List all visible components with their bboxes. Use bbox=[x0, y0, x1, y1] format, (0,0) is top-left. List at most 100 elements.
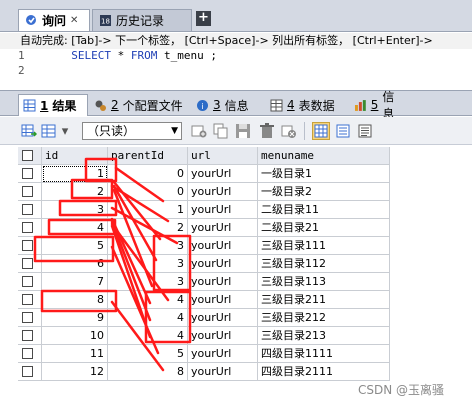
row-checkbox[interactable] bbox=[22, 330, 33, 341]
cell-menuname[interactable]: 四级目录2111 bbox=[258, 363, 390, 381]
row-select-cell[interactable] bbox=[18, 165, 42, 183]
row-checkbox[interactable] bbox=[22, 312, 33, 323]
row-select-cell[interactable] bbox=[18, 309, 42, 327]
row-select-cell[interactable] bbox=[18, 201, 42, 219]
column-header-menuname[interactable]: menuname bbox=[258, 147, 390, 165]
row-checkbox[interactable] bbox=[22, 240, 33, 251]
cell-parentid[interactable]: 1 bbox=[108, 201, 188, 219]
result-grid[interactable]: id parentId url menuname 1 0 yourUrl 一级目录1 2 0 you… bbox=[0, 147, 472, 383]
cell-menuname[interactable]: 三级目录211 bbox=[258, 291, 390, 309]
cell-parentid[interactable]: 8 bbox=[108, 363, 188, 381]
new-tab-button[interactable]: + bbox=[196, 11, 211, 26]
row-select-cell[interactable] bbox=[18, 183, 42, 201]
tab-result[interactable]: 1 结果 bbox=[18, 94, 88, 116]
cell-menuname[interactable]: 三级目录113 bbox=[258, 273, 390, 291]
column-header-url[interactable]: url bbox=[188, 147, 258, 165]
delete-icon[interactable] bbox=[258, 122, 276, 140]
cancel-icon[interactable] bbox=[280, 122, 298, 140]
row-checkbox[interactable] bbox=[22, 258, 33, 269]
cell-parentid[interactable]: 0 bbox=[108, 183, 188, 201]
form-view-icon[interactable] bbox=[334, 122, 352, 140]
cell-url[interactable]: yourUrl bbox=[188, 255, 258, 273]
cell-menuname[interactable]: 三级目录212 bbox=[258, 309, 390, 327]
add-row-icon[interactable] bbox=[190, 122, 208, 140]
duplicate-row-icon[interactable] bbox=[212, 122, 230, 140]
cell-menuname[interactable]: 一级目录2 bbox=[258, 183, 390, 201]
row-checkbox[interactable] bbox=[22, 348, 33, 359]
cell-url[interactable]: yourUrl bbox=[188, 165, 258, 183]
cell-url[interactable]: yourUrl bbox=[188, 291, 258, 309]
cell-id[interactable]: 3 bbox=[42, 201, 108, 219]
cell-url[interactable]: yourUrl bbox=[188, 345, 258, 363]
cell-parentid[interactable]: 0 bbox=[108, 165, 188, 183]
tab-profile[interactable]: 2 个配置文件 bbox=[90, 94, 190, 116]
cell-url[interactable]: yourUrl bbox=[188, 327, 258, 345]
cell-menuname[interactable]: 三级目录111 bbox=[258, 237, 390, 255]
cell-menuname[interactable]: 二级目录11 bbox=[258, 201, 390, 219]
save-icon[interactable] bbox=[234, 122, 252, 140]
cell-id[interactable]: 9 bbox=[42, 309, 108, 327]
cell-menuname[interactable]: 二级目录21 bbox=[258, 219, 390, 237]
cell-parentid[interactable]: 4 bbox=[108, 291, 188, 309]
grid-view-icon[interactable] bbox=[312, 122, 330, 140]
cell-id[interactable]: 5 bbox=[42, 237, 108, 255]
cell-id[interactable]: 10 bbox=[42, 327, 108, 345]
row-checkbox[interactable] bbox=[22, 294, 33, 305]
grid-mode-icon[interactable] bbox=[40, 122, 58, 140]
cell-url[interactable]: yourUrl bbox=[188, 237, 258, 255]
cell-url[interactable]: yourUrl bbox=[188, 309, 258, 327]
column-header-parentid[interactable]: parentId bbox=[108, 147, 188, 165]
row-select-cell[interactable] bbox=[18, 273, 42, 291]
row-select-cell[interactable] bbox=[18, 327, 42, 345]
cell-url[interactable]: yourUrl bbox=[188, 201, 258, 219]
cell-parentid[interactable]: 3 bbox=[108, 237, 188, 255]
cell-parentid[interactable]: 2 bbox=[108, 219, 188, 237]
row-select-cell[interactable] bbox=[18, 255, 42, 273]
cell-id[interactable]: 7 bbox=[42, 273, 108, 291]
cell-parentid[interactable]: 3 bbox=[108, 273, 188, 291]
cell-id[interactable]: 12 bbox=[42, 363, 108, 381]
row-checkbox[interactable] bbox=[22, 186, 33, 197]
cell-menuname[interactable]: 四级目录1111 bbox=[258, 345, 390, 363]
row-checkbox[interactable] bbox=[22, 204, 33, 215]
row-checkbox[interactable] bbox=[22, 366, 33, 377]
tab-info[interactable]: i 3 信息 bbox=[192, 94, 258, 116]
cell-menuname[interactable]: 一级目录1 bbox=[258, 165, 390, 183]
readonly-select[interactable]: （只读） ▼ bbox=[82, 122, 182, 140]
tab-query[interactable]: 询问 ✕ bbox=[18, 9, 90, 31]
text-view-icon[interactable] bbox=[356, 122, 374, 140]
tab-table-data[interactable]: 4 表数据 bbox=[266, 94, 342, 116]
column-header-id[interactable]: id bbox=[42, 147, 108, 165]
cell-parentid[interactable]: 4 bbox=[108, 309, 188, 327]
cell-parentid[interactable]: 3 bbox=[108, 255, 188, 273]
cell-id[interactable]: 2 bbox=[42, 183, 108, 201]
cell-id[interactable]: 11 bbox=[42, 345, 108, 363]
row-select-cell[interactable] bbox=[18, 219, 42, 237]
row-select-cell[interactable] bbox=[18, 291, 42, 309]
cell-id[interactable]: 6 bbox=[42, 255, 108, 273]
cell-id[interactable]: 1 bbox=[42, 165, 108, 183]
cell-url[interactable]: yourUrl bbox=[188, 273, 258, 291]
cell-id[interactable]: 4 bbox=[42, 219, 108, 237]
cell-id[interactable]: 8 bbox=[42, 291, 108, 309]
select-all-checkbox[interactable] bbox=[22, 150, 33, 161]
cell-parentid[interactable]: 5 bbox=[108, 345, 188, 363]
cell-menuname[interactable]: 三级目录112 bbox=[258, 255, 390, 273]
cell-parentid[interactable]: 4 bbox=[108, 327, 188, 345]
tab-info-2[interactable]: 5 信息 bbox=[350, 90, 410, 121]
close-icon[interactable]: ✕ bbox=[70, 15, 78, 26]
sql-editor[interactable]: 1 SELECT * FROM t_menu ; 2 bbox=[0, 49, 472, 83]
row-checkbox[interactable] bbox=[22, 222, 33, 233]
cell-url[interactable]: yourUrl bbox=[188, 183, 258, 201]
chevron-down-icon[interactable]: ▾ bbox=[59, 122, 71, 140]
row-select-cell[interactable] bbox=[18, 363, 42, 381]
cell-menuname[interactable]: 三级目录213 bbox=[258, 327, 390, 345]
row-checkbox[interactable] bbox=[22, 168, 33, 179]
cell-url[interactable]: yourUrl bbox=[188, 363, 258, 381]
row-select-cell[interactable] bbox=[18, 237, 42, 255]
row-checkbox[interactable] bbox=[22, 276, 33, 287]
row-select-cell[interactable] bbox=[18, 345, 42, 363]
select-all-cell[interactable] bbox=[18, 147, 42, 165]
cell-url[interactable]: yourUrl bbox=[188, 219, 258, 237]
tab-history[interactable]: 18 历史记录 bbox=[92, 9, 192, 31]
